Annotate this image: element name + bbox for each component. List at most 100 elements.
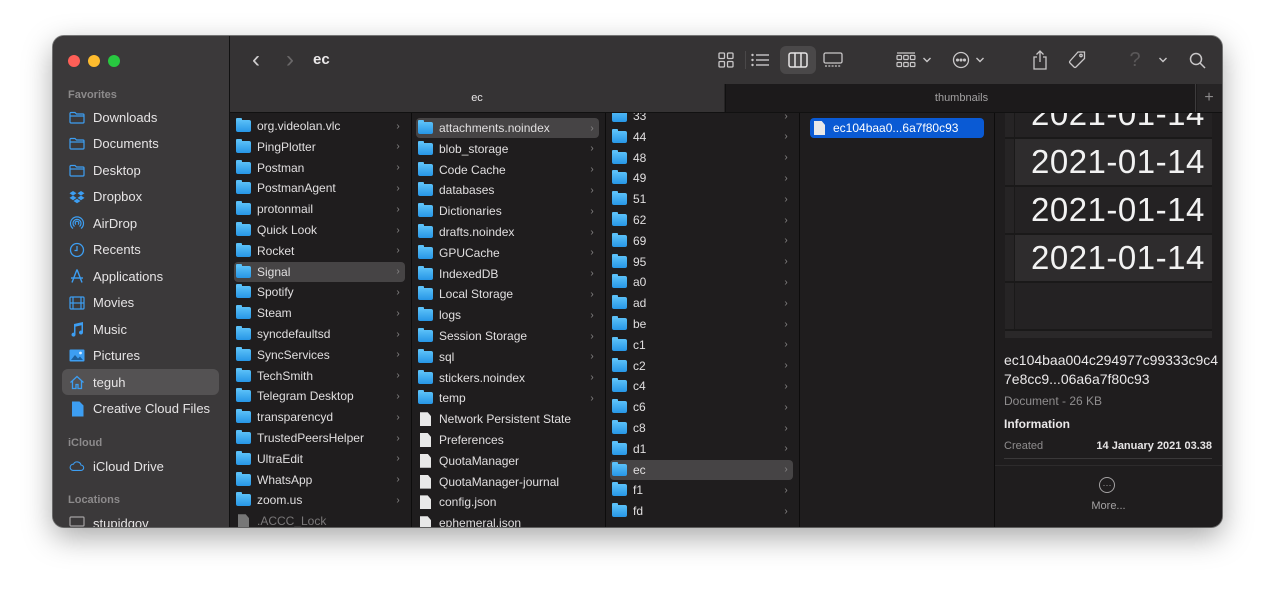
folder-row[interactable]: c2 › bbox=[610, 356, 793, 376]
folder-row[interactable]: syncdefaultsd › bbox=[234, 324, 405, 344]
folder-row[interactable]: ec › bbox=[610, 459, 793, 480]
tab-ec[interactable]: ec bbox=[230, 84, 724, 112]
folder-row[interactable]: Rocket › bbox=[234, 241, 405, 261]
more-toolbar-button[interactable] bbox=[1156, 50, 1170, 70]
column-1[interactable]: org.videolan.vlc › PingPlotter › Postman › Pos… bbox=[230, 113, 412, 527]
zoom-button[interactable] bbox=[108, 55, 120, 67]
folder-row[interactable]: c4 › bbox=[610, 376, 793, 396]
column-3[interactable]: 33 › 44 › 48 › 49 › 51 › 62 › 69 › 95 › a0 › ad › be › c1 › c2 › c… bbox=[606, 113, 800, 527]
folder-row[interactable]: Local Storage › bbox=[416, 284, 599, 304]
file-row[interactable]: QuotaManager-journal bbox=[416, 472, 599, 492]
file-row[interactable]: Network Persistent State bbox=[416, 409, 599, 429]
sidebar-item-stupidgov[interactable]: stupidgov bbox=[62, 510, 219, 527]
sidebar-item-icloud-drive[interactable]: iCloud Drive bbox=[62, 453, 219, 479]
sidebar-item-applications[interactable]: Applications bbox=[62, 263, 219, 289]
action-menu-button[interactable] bbox=[948, 50, 988, 70]
folder-row[interactable]: IndexedDB › bbox=[416, 264, 599, 284]
column-2[interactable]: attachments.noindex › blob_storage › Code Ca… bbox=[412, 113, 606, 527]
folder-row[interactable]: f1 › bbox=[610, 480, 793, 500]
sidebar-item-movies[interactable]: Movies bbox=[62, 290, 219, 316]
gallery-view-button[interactable] bbox=[822, 50, 844, 70]
sidebar-item-desktop[interactable]: Desktop bbox=[62, 157, 219, 183]
folder-row[interactable]: drafts.noindex › bbox=[416, 222, 599, 242]
sidebar-item-documents[interactable]: Documents bbox=[62, 131, 219, 157]
sidebar-item-recents[interactable]: Recents bbox=[62, 237, 219, 263]
folder-row[interactable]: Code Cache › bbox=[416, 160, 599, 180]
folder-row[interactable]: logs › bbox=[416, 305, 599, 325]
sidebar-item-teguh[interactable]: teguh bbox=[62, 369, 219, 395]
folder-row[interactable]: c8 › bbox=[610, 418, 793, 438]
icon-view-button[interactable] bbox=[716, 50, 736, 70]
file-row[interactable]: ec104baa0...6a7f80c93 bbox=[810, 118, 984, 138]
help-button[interactable]: ? bbox=[1125, 49, 1145, 71]
folder-row[interactable]: 51 › bbox=[610, 189, 793, 209]
folder-row[interactable]: 95 › bbox=[610, 252, 793, 272]
folder-row[interactable]: UltraEdit › bbox=[234, 449, 405, 469]
folder-row[interactable]: Session Storage › bbox=[416, 326, 599, 346]
folder-row[interactable]: ad › bbox=[610, 293, 793, 313]
search-button[interactable] bbox=[1187, 50, 1207, 70]
folder-row[interactable]: be › bbox=[610, 314, 793, 334]
file-row[interactable]: .ACCC_Lock bbox=[234, 511, 405, 527]
file-row[interactable]: ephemeral.json bbox=[416, 513, 599, 527]
folder-row[interactable]: TrustedPeersHelper › bbox=[234, 428, 405, 448]
folder-row[interactable]: temp › bbox=[416, 388, 599, 408]
folder-row[interactable]: TechSmith › bbox=[234, 366, 405, 386]
folder-row[interactable]: Dictionaries › bbox=[416, 201, 599, 221]
folder-row[interactable]: d1 › bbox=[610, 439, 793, 459]
sidebar-item-creative-cloud-files[interactable]: Creative Cloud Files bbox=[62, 396, 219, 422]
folder-row[interactable]: sql › bbox=[416, 347, 599, 367]
tag-button[interactable] bbox=[1066, 50, 1088, 70]
new-tab-button[interactable]: + bbox=[1195, 84, 1222, 112]
close-button[interactable] bbox=[68, 55, 80, 67]
more-button[interactable]: More... bbox=[995, 500, 1222, 512]
group-by-button[interactable] bbox=[894, 50, 934, 70]
share-button[interactable] bbox=[1030, 50, 1050, 70]
folder-row[interactable]: PostmanAgent › bbox=[234, 178, 405, 198]
folder-row[interactable]: org.videolan.vlc › bbox=[234, 116, 405, 136]
folder-row[interactable]: Postman › bbox=[234, 158, 405, 178]
folder-row[interactable]: a0 › bbox=[610, 272, 793, 292]
folder-row[interactable]: PingPlotter › bbox=[234, 137, 405, 157]
folder-row[interactable]: GPUCache › bbox=[416, 243, 599, 263]
folder-row[interactable]: Telegram Desktop › bbox=[234, 386, 405, 406]
folder-row[interactable]: stickers.noindex › bbox=[416, 368, 599, 388]
list-view-button[interactable] bbox=[750, 50, 770, 70]
file-row[interactable]: config.json bbox=[416, 492, 599, 512]
back-button[interactable]: ‹ bbox=[246, 46, 266, 73]
folder-row[interactable]: 48 › bbox=[610, 148, 793, 168]
file-row[interactable]: QuotaManager bbox=[416, 451, 599, 471]
folder-row[interactable]: SyncServices › bbox=[234, 345, 405, 365]
folder-row[interactable]: 49 › bbox=[610, 168, 793, 188]
folder-row[interactable]: protonmail › bbox=[234, 199, 405, 219]
sidebar-item-music[interactable]: Music bbox=[62, 316, 219, 342]
folder-row[interactable]: Quick Look › bbox=[234, 220, 405, 240]
file-row[interactable]: Preferences bbox=[416, 430, 599, 450]
folder-row[interactable]: attachments.noindex › bbox=[416, 118, 599, 138]
minimize-button[interactable] bbox=[88, 55, 100, 67]
more-icon[interactable]: ··· bbox=[1099, 477, 1115, 493]
folder-row[interactable]: databases › bbox=[416, 180, 599, 200]
folder-row[interactable]: Spotify › bbox=[234, 282, 405, 302]
folder-row[interactable]: c1 › bbox=[610, 335, 793, 355]
tab-thumbnails[interactable]: thumbnails bbox=[725, 84, 1197, 112]
folder-row[interactable]: 62 › bbox=[610, 210, 793, 230]
folder-row[interactable]: c6 › bbox=[610, 397, 793, 417]
folder-row[interactable]: 33 › bbox=[610, 113, 793, 126]
sidebar-item-downloads[interactable]: Downloads bbox=[62, 104, 219, 130]
column-view-button[interactable] bbox=[780, 46, 816, 74]
folder-row[interactable]: WhatsApp › bbox=[234, 470, 405, 490]
folder-row[interactable]: transparencyd › bbox=[234, 407, 405, 427]
sidebar-item-airdrop[interactable]: AirDrop bbox=[62, 210, 219, 236]
folder-row[interactable]: zoom.us › bbox=[234, 490, 405, 510]
sidebar-item-dropbox[interactable]: Dropbox bbox=[62, 184, 219, 210]
folder-row[interactable]: Steam › bbox=[234, 303, 405, 323]
folder-row[interactable]: 44 › bbox=[610, 127, 793, 147]
folder-row[interactable]: 69 › bbox=[610, 231, 793, 251]
folder-row[interactable]: Signal › bbox=[234, 261, 405, 282]
sidebar-item-pictures[interactable]: Pictures bbox=[62, 343, 219, 369]
column-4[interactable]: ec104baa0...6a7f80c93 bbox=[800, 113, 995, 527]
folder-row[interactable]: fd › bbox=[610, 501, 793, 521]
folder-row[interactable]: blob_storage › bbox=[416, 139, 599, 159]
forward-button[interactable]: › bbox=[280, 46, 300, 73]
